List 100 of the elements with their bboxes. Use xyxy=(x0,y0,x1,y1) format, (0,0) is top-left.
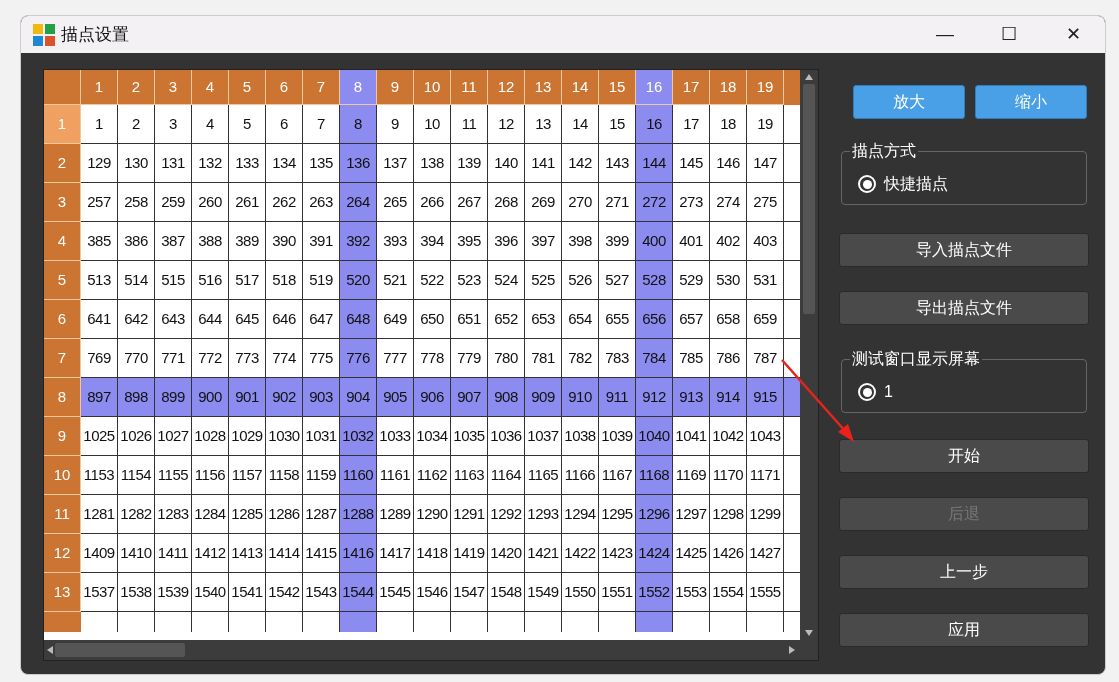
grid-cell[interactable]: 1166 xyxy=(562,456,599,495)
grid-cell[interactable]: 1555 xyxy=(747,573,784,612)
action-button[interactable]: 上一步 xyxy=(839,555,1089,589)
grid-cell[interactable]: 130 xyxy=(118,144,155,183)
grid-cell[interactable]: 1284 xyxy=(192,495,229,534)
grid-cell[interactable]: 782 xyxy=(562,339,599,378)
grid-cell[interactable]: 1418 xyxy=(414,534,451,573)
grid-cell[interactable]: 1168 xyxy=(636,456,673,495)
grid-cell[interactable]: 394 xyxy=(414,222,451,261)
grid-cell[interactable]: 1170 xyxy=(710,456,747,495)
grid-cell[interactable]: 1554 xyxy=(710,573,747,612)
grid-cell[interactable]: 274 xyxy=(710,183,747,222)
grid-cell[interactable]: 1295 xyxy=(599,495,636,534)
grid-cell[interactable]: 515 xyxy=(155,261,192,300)
grid-cell[interactable]: 1027 xyxy=(155,417,192,456)
grid-cell[interactable]: 1026 xyxy=(118,417,155,456)
grid-cell[interactable]: 1 xyxy=(81,105,118,144)
grid-cell[interactable]: 146 xyxy=(710,144,747,183)
grid-cell[interactable]: 775 xyxy=(303,339,340,378)
grid-cell[interactable]: 659 xyxy=(747,300,784,339)
grid-cell[interactable]: 910 xyxy=(562,378,599,417)
grid-cell[interactable]: 652 xyxy=(488,300,525,339)
grid-cell[interactable]: 1423 xyxy=(599,534,636,573)
grid-cell[interactable]: 517 xyxy=(229,261,266,300)
grid-cell[interactable]: 7 xyxy=(303,105,340,144)
grid-cell[interactable]: 1296 xyxy=(636,495,673,534)
grid-cell[interactable]: 1548 xyxy=(488,573,525,612)
grid-cell[interactable]: 781 xyxy=(525,339,562,378)
grid-cell[interactable]: 261 xyxy=(229,183,266,222)
grid-cell[interactable]: 777 xyxy=(377,339,414,378)
grid-cell[interactable]: 1160 xyxy=(340,456,377,495)
grid-cell[interactable]: 909 xyxy=(525,378,562,417)
grid-cell[interactable]: 1417 xyxy=(377,534,414,573)
grid-cell[interactable]: 769 xyxy=(81,339,118,378)
grid-cell[interactable]: 137 xyxy=(377,144,414,183)
grid-cell[interactable]: 784 xyxy=(636,339,673,378)
grid-cell[interactable]: 388 xyxy=(192,222,229,261)
grid-cell[interactable]: 4 xyxy=(192,105,229,144)
grid-cell[interactable]: 645 xyxy=(229,300,266,339)
grid-cell[interactable]: 1036 xyxy=(488,417,525,456)
grid-cell[interactable]: 648 xyxy=(340,300,377,339)
grid-cell[interactable]: 531 xyxy=(747,261,784,300)
grid-cell[interactable]: 1154 xyxy=(118,456,155,495)
grid-cell[interactable]: 398 xyxy=(562,222,599,261)
grid-cell[interactable]: 1424 xyxy=(636,534,673,573)
grid-cell[interactable]: 6 xyxy=(266,105,303,144)
grid-cell[interactable]: 907 xyxy=(451,378,488,417)
grid-cell[interactable]: 395 xyxy=(451,222,488,261)
grid-cell[interactable]: 1298 xyxy=(710,495,747,534)
grid-cell[interactable]: 655 xyxy=(599,300,636,339)
grid-cell[interactable]: 1544 xyxy=(340,573,377,612)
grid-cell[interactable]: 1553 xyxy=(673,573,710,612)
grid-cell[interactable]: 776 xyxy=(340,339,377,378)
grid-cell[interactable]: 1551 xyxy=(599,573,636,612)
grid-cell[interactable]: 656 xyxy=(636,300,673,339)
grid-cell[interactable]: 132 xyxy=(192,144,229,183)
grid-cell[interactable]: 18 xyxy=(710,105,747,144)
grid-cell[interactable]: 901 xyxy=(229,378,266,417)
grid-cell[interactable]: 1550 xyxy=(562,573,599,612)
grid-cell[interactable]: 141 xyxy=(525,144,562,183)
grid-cell[interactable]: 1285 xyxy=(229,495,266,534)
grid-cell[interactable]: 913 xyxy=(673,378,710,417)
grid-cell[interactable]: 139 xyxy=(451,144,488,183)
grid-cell[interactable]: 1159 xyxy=(303,456,340,495)
grid-cell[interactable]: 1540 xyxy=(192,573,229,612)
grid-cell[interactable]: 518 xyxy=(266,261,303,300)
grid-cell[interactable]: 129 xyxy=(81,144,118,183)
grid-cell[interactable]: 1164 xyxy=(488,456,525,495)
grid-cell[interactable]: 915 xyxy=(747,378,784,417)
grid-cell[interactable]: 390 xyxy=(266,222,303,261)
grid-cell[interactable]: 16 xyxy=(636,105,673,144)
grid-cell[interactable]: 393 xyxy=(377,222,414,261)
grid-cell[interactable]: 131 xyxy=(155,144,192,183)
grid-cell[interactable]: 143 xyxy=(599,144,636,183)
grid-cell[interactable]: 772 xyxy=(192,339,229,378)
grid-cell[interactable]: 906 xyxy=(414,378,451,417)
grid-cell[interactable]: 1030 xyxy=(266,417,303,456)
grid-cell[interactable]: 1416 xyxy=(340,534,377,573)
grid-cell[interactable]: 785 xyxy=(673,339,710,378)
grid-cell[interactable]: 771 xyxy=(155,339,192,378)
grid-cell[interactable]: 646 xyxy=(266,300,303,339)
scroll-up-icon[interactable] xyxy=(805,74,813,80)
grid-cell[interactable]: 1537 xyxy=(81,573,118,612)
grid-cell[interactable]: 774 xyxy=(266,339,303,378)
grid-cell[interactable]: 14 xyxy=(562,105,599,144)
grid-cell[interactable]: 1025 xyxy=(81,417,118,456)
grid-cell[interactable]: 1546 xyxy=(414,573,451,612)
grid-cell[interactable]: 1547 xyxy=(451,573,488,612)
grid-cell[interactable]: 1419 xyxy=(451,534,488,573)
grid-cell[interactable]: 1549 xyxy=(525,573,562,612)
grid-cell[interactable]: 1281 xyxy=(81,495,118,534)
grid-cell[interactable]: 10 xyxy=(414,105,451,144)
grid-cell[interactable]: 513 xyxy=(81,261,118,300)
grid-cell[interactable]: 1409 xyxy=(81,534,118,573)
grid-cell[interactable]: 1291 xyxy=(451,495,488,534)
grid-cell[interactable]: 908 xyxy=(488,378,525,417)
grid-cell[interactable]: 1028 xyxy=(192,417,229,456)
grid-cell[interactable]: 1292 xyxy=(488,495,525,534)
grid-cell[interactable]: 770 xyxy=(118,339,155,378)
grid-cell[interactable]: 780 xyxy=(488,339,525,378)
